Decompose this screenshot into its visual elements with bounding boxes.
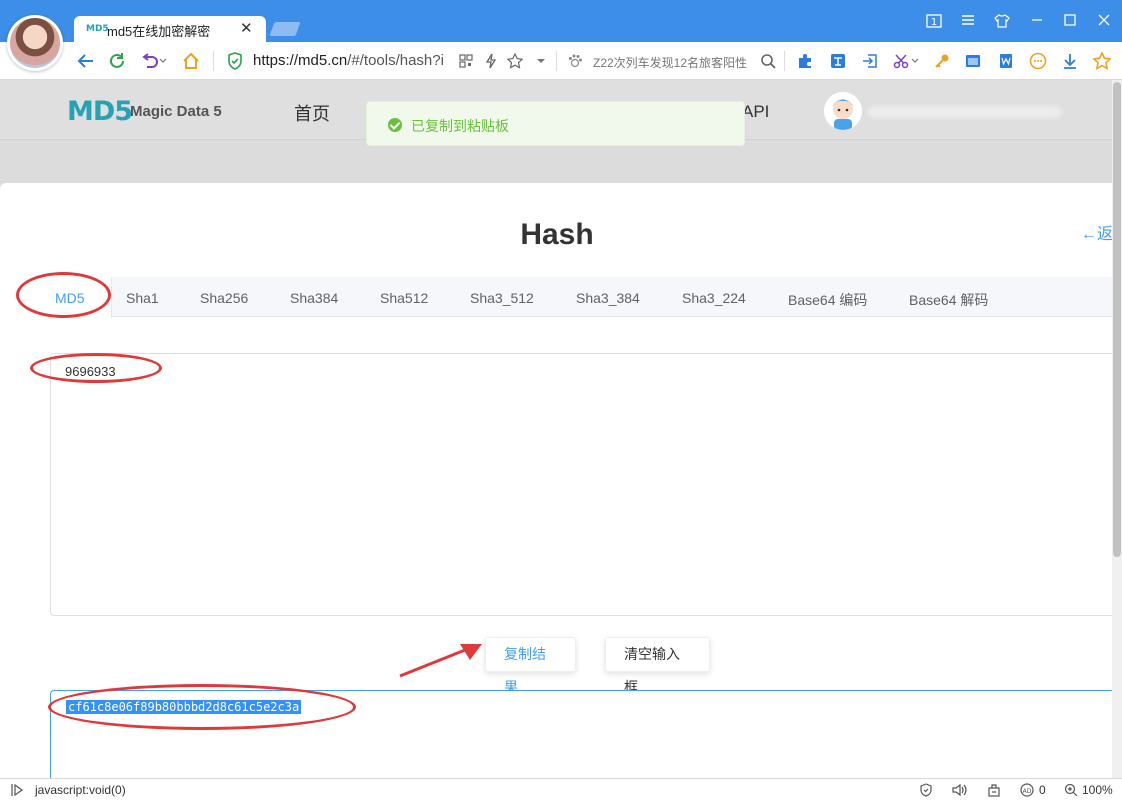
download-icon[interactable] — [1060, 51, 1080, 71]
tab-title: md5在线加密解密 — [107, 24, 211, 39]
browser-tab-active[interactable]: MD5 md5在线加密解密 ✕ — [74, 16, 266, 42]
tab-sha512[interactable]: Sha512 — [380, 290, 428, 306]
hash-input-textarea[interactable]: 9696933 — [50, 353, 1112, 616]
tab-sha3-512[interactable]: Sha3_512 — [470, 290, 534, 306]
skin-icon[interactable] — [991, 10, 1013, 32]
tab-sha384[interactable]: Sha384 — [290, 290, 338, 306]
menu-icon[interactable] — [957, 10, 979, 32]
tab-sha3-224[interactable]: Sha3_224 — [682, 290, 746, 306]
annotation-circle-md5-tab — [16, 272, 111, 318]
close-window-icon[interactable] — [1093, 10, 1115, 32]
scrollbar-thumb[interactable] — [1113, 82, 1121, 557]
toolbar-separator — [213, 51, 214, 71]
tab-sha1[interactable]: Sha1 — [126, 290, 159, 306]
favorites-star-icon[interactable] — [1092, 51, 1112, 71]
success-check-icon — [388, 118, 402, 132]
sign-in-icon[interactable] — [860, 51, 880, 71]
ad-block-icon[interactable]: AD — [1020, 782, 1036, 798]
key-icon[interactable] — [932, 51, 952, 71]
search-icon[interactable] — [758, 51, 778, 71]
copy-result-button[interactable]: 复制结果 — [485, 637, 576, 695]
qr-code-icon[interactable] — [456, 51, 476, 71]
browser-titlebar: MD5 md5在线加密解密 ✕ 1 — [0, 0, 1122, 42]
screenshot-icon[interactable] — [963, 51, 983, 71]
annotation-circle-output — [48, 684, 356, 730]
smiley-icon[interactable] — [1028, 51, 1048, 71]
tab-sha256[interactable]: Sha256 — [200, 290, 248, 306]
back-link[interactable]: ←返 — [1081, 220, 1112, 244]
url-path: /#/tools/hash?i — [347, 52, 444, 69]
search-input[interactable]: Z22次列车发现12名旅客阳性 — [593, 54, 747, 71]
sound-icon[interactable] — [951, 782, 967, 798]
toolbar-separator — [556, 51, 557, 71]
refresh-icon[interactable] — [107, 51, 127, 71]
svg-text:1: 1 — [931, 17, 937, 28]
site-favicon: MD5 — [86, 24, 109, 34]
bookmark-star-icon[interactable] — [505, 51, 525, 71]
undo-dropdown-icon[interactable] — [158, 51, 168, 71]
browser-toolbar: https://md5.cn/#/tools/hash?i Z22次列车发现12… — [0, 42, 1122, 80]
clear-input-button[interactable]: 清空输入框 — [605, 637, 710, 695]
lightning-icon[interactable] — [481, 51, 501, 71]
nav-home-link[interactable]: 首页 — [294, 100, 330, 126]
success-toast: 已复制到粘贴板 — [366, 101, 745, 146]
page-scrollbar[interactable] — [1112, 80, 1122, 778]
user-avatar[interactable] — [824, 92, 862, 130]
undo-icon[interactable] — [140, 51, 160, 71]
address-bar-url[interactable]: https://md5.cn/#/tools/hash?i — [253, 52, 444, 69]
web-page: MD5 Magic Data 5 首页 API 已复制到粘贴板 Hash ←返 … — [0, 80, 1112, 778]
site-logo-text: Magic Data 5 — [130, 103, 222, 120]
zoom-icon[interactable] — [1063, 782, 1079, 798]
new-tab-button[interactable] — [269, 22, 301, 36]
svg-text:AD: AD — [1023, 788, 1032, 795]
minimize-icon[interactable] — [1026, 10, 1048, 32]
user-name-redacted — [868, 106, 1062, 118]
site-logo[interactable]: MD5 — [67, 96, 133, 127]
annotation-arrow-icon — [399, 644, 482, 678]
toolbar-separator — [784, 51, 785, 71]
tab-close-icon[interactable]: ✕ — [240, 19, 253, 37]
paw-search-icon — [565, 51, 585, 71]
tab-sha3-384[interactable]: Sha3_384 — [576, 290, 640, 306]
maximize-icon[interactable] — [1059, 10, 1081, 32]
zoom-level[interactable]: 100% — [1082, 783, 1113, 797]
tab-base64-encode[interactable]: Base64 编码 — [788, 290, 867, 310]
scissors-icon[interactable] — [891, 51, 911, 71]
ad-block-count: 0 — [1039, 783, 1046, 797]
back-arrow-icon[interactable] — [76, 51, 96, 71]
scissors-dropdown-icon[interactable] — [910, 51, 920, 71]
word-doc-icon[interactable] — [996, 51, 1016, 71]
page-title: Hash — [520, 218, 594, 251]
browser-user-avatar[interactable] — [7, 15, 63, 71]
status-link-text: javascript:void(0) — [35, 783, 126, 797]
avatar-photo — [10, 18, 60, 68]
tab-base64-decode[interactable]: Base64 解码 — [909, 290, 988, 310]
shield-icon[interactable] — [918, 782, 934, 798]
url-host: https://md5.cn — [253, 52, 348, 69]
window-count-icon[interactable]: 1 — [923, 10, 945, 32]
translate-icon[interactable] — [828, 51, 848, 71]
hash-tabs: MD5 Sha1 Sha256 Sha384 Sha512 Sha3_512 S… — [28, 277, 1112, 318]
secure-shield-icon[interactable] — [225, 51, 245, 71]
address-dropdown-icon[interactable] — [531, 51, 551, 71]
clear-cache-icon[interactable] — [986, 782, 1002, 798]
extension-puzzle-icon[interactable] — [795, 51, 815, 71]
nav-api-link[interactable]: API — [742, 102, 769, 122]
annotation-circle-input — [30, 353, 162, 383]
browser-statusbar: javascript:void(0) AD 0 100% — [0, 778, 1122, 800]
play-icon[interactable] — [9, 782, 25, 798]
toast-message: 已复制到粘贴板 — [411, 118, 509, 134]
home-icon[interactable] — [181, 51, 201, 71]
